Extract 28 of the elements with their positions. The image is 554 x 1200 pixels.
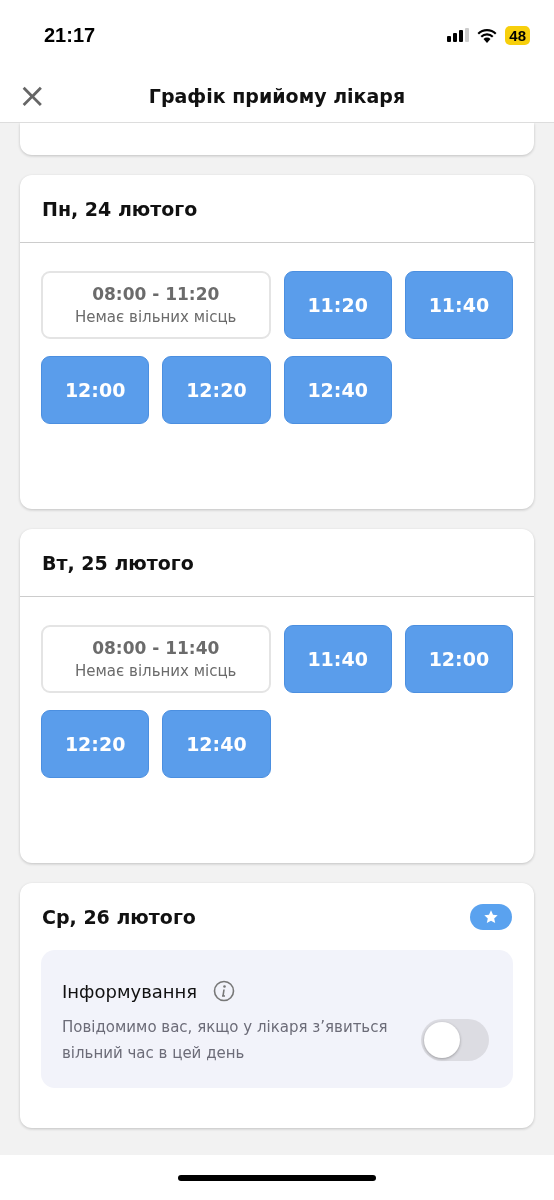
close-button[interactable]: ×	[16, 78, 49, 112]
battery-level: 48	[505, 25, 530, 45]
screen-title: Графік прийому лікаря	[148, 85, 406, 107]
time-slot-button[interactable]: 12:00	[404, 625, 513, 693]
time-slot-button[interactable]: 11:20	[283, 271, 392, 339]
time-slot-button[interactable]: 12:40	[162, 710, 271, 778]
day-title: Ср, 26 лютого	[42, 905, 196, 928]
time-slot-button[interactable]: 12:20	[41, 710, 150, 778]
info-icon[interactable]	[213, 980, 236, 1002]
time-slot-button[interactable]: 12:20	[162, 356, 271, 424]
time-slot-button[interactable]: 11:40	[283, 625, 392, 693]
day-title: Вт, 25 лютого	[42, 551, 194, 574]
wifi-icon	[477, 27, 498, 43]
day-title: Пн, 24 лютого	[42, 197, 198, 220]
status-time: 21:17	[44, 23, 96, 47]
star-icon	[483, 908, 499, 925]
time-slot-button[interactable]: 12:00	[41, 356, 150, 424]
availability-note: Немає вільних місць	[75, 308, 237, 326]
signal-icon	[447, 28, 470, 42]
time-slot-button[interactable]: 11:40	[404, 271, 513, 339]
notification-toggle[interactable]	[421, 1019, 489, 1061]
time-slot-button[interactable]: 12:40	[283, 356, 392, 424]
favorite-button[interactable]	[470, 903, 512, 930]
time-range: 08:00 - 11:20	[92, 284, 220, 304]
time-range: 08:00 - 11:40	[92, 638, 220, 658]
availability-note: Немає вільних місць	[75, 662, 237, 680]
notification-title: Інформування	[62, 980, 198, 1002]
notification-description: Повідомимо вас, якщо у лікаря з’явиться вільний час в цей день	[62, 1017, 389, 1064]
